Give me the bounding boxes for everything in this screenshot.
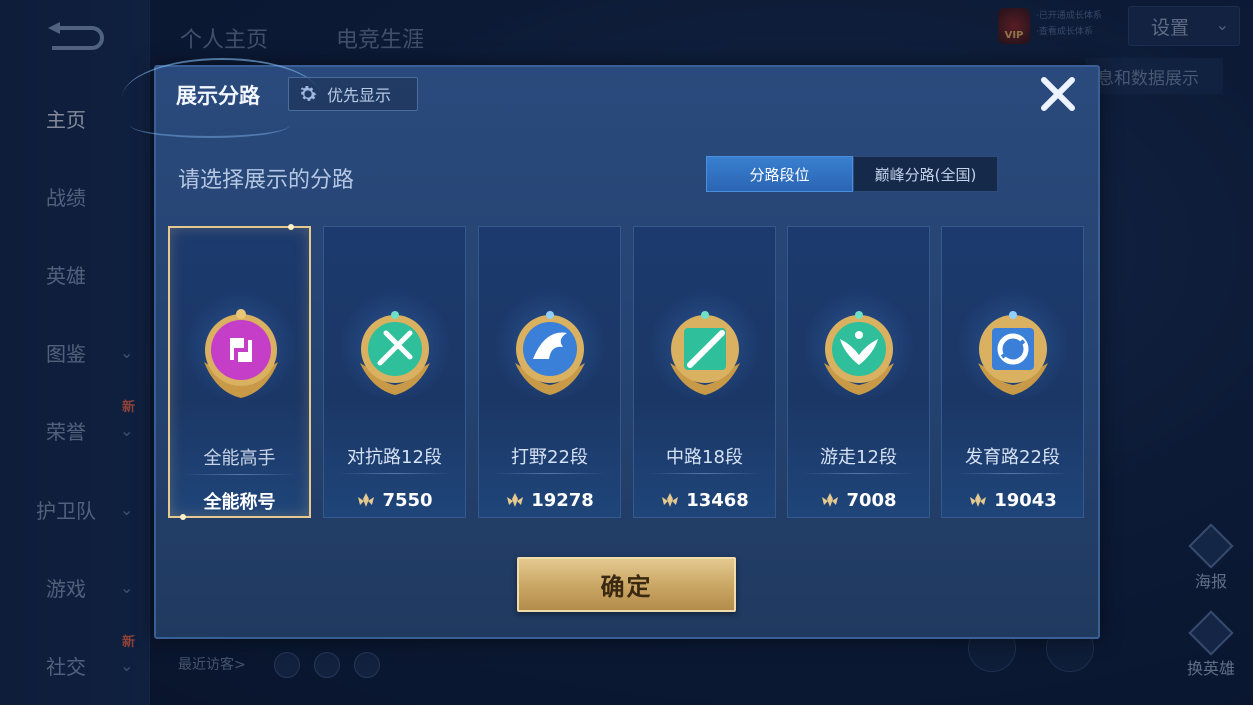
dialog-title: 展示分路 (176, 84, 260, 108)
clash-lane-emblem-icon (360, 311, 430, 395)
rank-points-icon (358, 493, 375, 507)
lane-card-jungle[interactable]: 打野22段 19278 (478, 226, 621, 518)
lane-card-clash[interactable]: 对抗路12段 7550 (323, 226, 466, 518)
card-divider (338, 473, 451, 474)
points-value: 13468 (686, 489, 749, 511)
tab-peak-lane-national[interactable]: 巅峰分路(全国) (853, 156, 998, 192)
lane-name: 全能高手 (203, 448, 276, 469)
lane-points: 19278 (479, 483, 620, 517)
lane-points: 13468 (634, 483, 775, 517)
title-label: 全能称号 (203, 492, 276, 513)
points-value: 7008 (846, 489, 897, 511)
corner-dot (288, 224, 294, 230)
close-icon[interactable] (1036, 72, 1080, 116)
gear-icon (300, 86, 317, 101)
priority-display-button[interactable]: 优先显示 (288, 77, 418, 111)
lane-card-roam[interactable]: 游走12段 7008 (787, 226, 930, 518)
roam-emblem-icon (824, 311, 894, 395)
card-divider (956, 473, 1069, 474)
lane-name: 打野22段 (511, 447, 588, 468)
rank-points-icon (970, 493, 987, 507)
mid-lane-emblem-icon (670, 311, 740, 395)
farm-lane-emblem-icon (978, 311, 1048, 395)
card-divider (802, 473, 915, 474)
lane-name: 发育路22段 (965, 447, 1060, 468)
card-divider (493, 473, 606, 474)
points-value: 7550 (382, 489, 433, 511)
priority-label: 优先显示 (327, 86, 392, 105)
lane-points: 7550 (324, 483, 465, 517)
lane-card-farm[interactable]: 发育路22段 19043 (941, 226, 1084, 518)
lane-footer: 全能称号 (170, 484, 309, 518)
versatile-emblem-icon (204, 309, 278, 398)
rank-points-icon (662, 493, 679, 507)
decorative-swirl (130, 112, 290, 138)
card-divider (184, 474, 297, 475)
points-value: 19278 (531, 489, 594, 511)
tab-lane-rank[interactable]: 分路段位 (706, 156, 853, 192)
lane-name: 对抗路12段 (347, 447, 442, 468)
lane-name: 游走12段 (820, 447, 897, 468)
lane-card-versatile[interactable]: 全能高手 全能称号 (168, 224, 311, 520)
points-value: 19043 (994, 489, 1057, 511)
card-divider (648, 473, 761, 474)
lane-card-mid[interactable]: 中路18段 13468 (633, 226, 776, 518)
rank-points-icon (822, 493, 839, 507)
lane-points: 19043 (942, 483, 1083, 517)
confirm-button[interactable]: 确定 (517, 557, 736, 612)
dialog-subtitle: 请选择展示的分路 (178, 168, 355, 193)
rank-points-icon (507, 493, 524, 507)
jungle-emblem-icon (515, 311, 585, 395)
lane-points: 7008 (788, 483, 929, 517)
lane-name: 中路18段 (666, 447, 743, 468)
